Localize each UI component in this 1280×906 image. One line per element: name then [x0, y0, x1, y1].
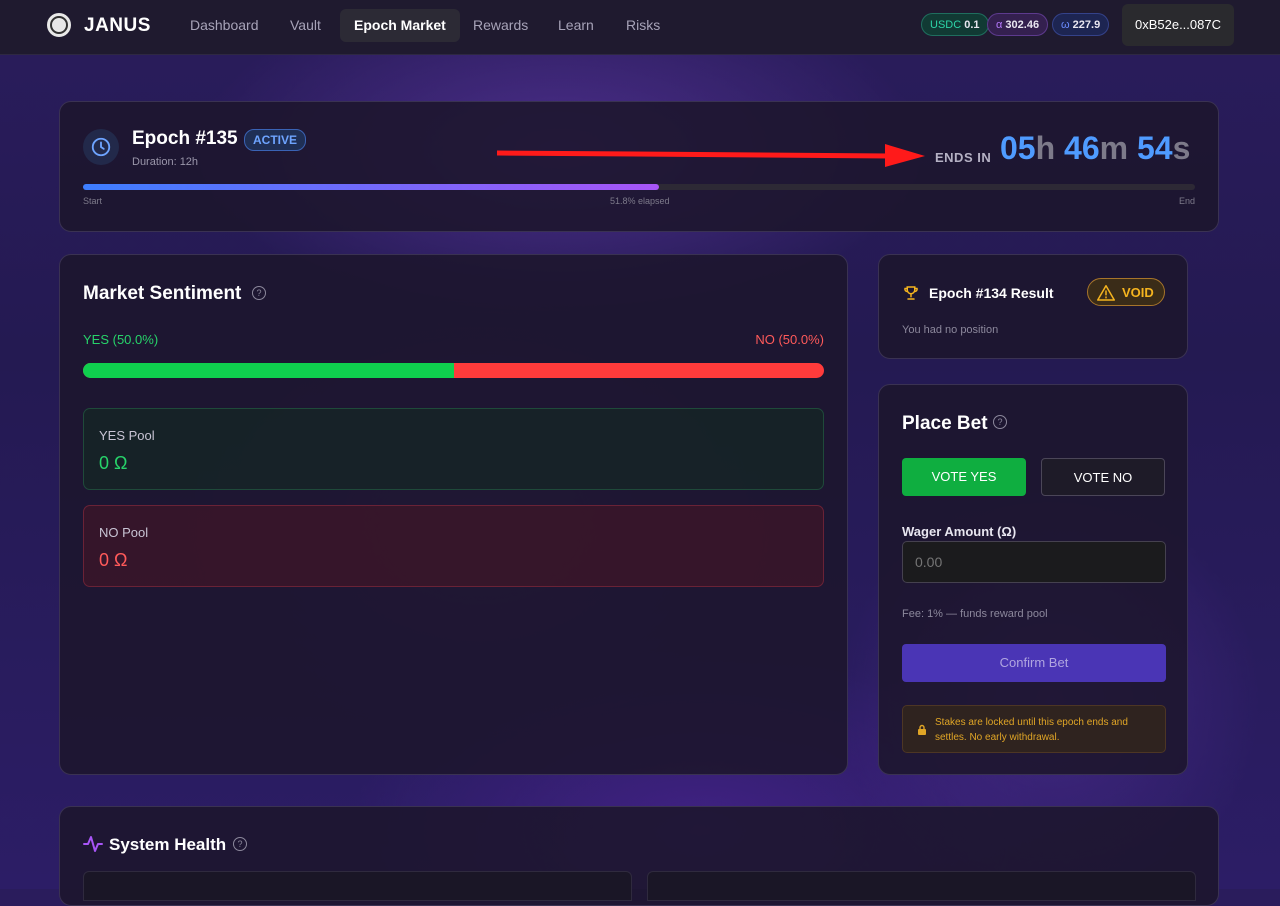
no-pool-value: 0 Ω: [99, 550, 128, 570]
yes-pool-panel: YES Pool 0 Ω: [83, 408, 824, 490]
omega-balance-badge[interactable]: ω 227.9: [1052, 13, 1110, 36]
tab-risks[interactable]: Risks: [612, 9, 674, 42]
alpha-value: 302.46: [1005, 19, 1040, 31]
annotation-arrow-icon: [497, 144, 925, 167]
timer-seconds-unit: s: [1172, 130, 1191, 166]
timer-seconds: 54: [1136, 130, 1173, 166]
system-health-title: System Health: [109, 835, 227, 854]
help-icon[interactable]: ?: [233, 837, 247, 851]
health-panel-left: [83, 871, 632, 901]
help-icon[interactable]: ?: [252, 286, 266, 300]
lock-warning-text: Stakes are locked until this epoch ends …: [935, 717, 1128, 743]
no-pool-panel: NO Pool 0 Ω: [83, 505, 824, 587]
epoch-duration: Duration: 12h: [132, 156, 199, 168]
market-sentiment-title: Market Sentiment: [83, 283, 242, 304]
epoch-progress-fill: [83, 184, 660, 190]
progress-start-label: Start: [83, 196, 103, 206]
janus-logo-icon[interactable]: [45, 11, 73, 39]
tab-epoch-market[interactable]: Epoch Market: [340, 9, 460, 42]
top-nav: JANUS Dashboard Vault Epoch Market Rewar…: [0, 0, 1280, 55]
usdc-balance-badge[interactable]: USDC 0.1: [921, 13, 989, 36]
tab-rewards[interactable]: Rewards: [459, 9, 542, 42]
omega-symbol: ω: [1061, 19, 1070, 31]
timer-hours-unit: h: [1035, 130, 1056, 166]
place-bet-card: Place Bet ? VOTE YES VOTE NO Wager Amoun…: [878, 384, 1188, 775]
activity-pulse-icon: [83, 836, 103, 852]
usdc-value: 0.1: [964, 19, 980, 31]
alpha-symbol: α: [996, 19, 1003, 31]
timer-minutes-unit: m: [1099, 130, 1129, 166]
timer-minutes: 46: [1064, 130, 1100, 166]
system-health-card: System Health ?: [59, 806, 1219, 906]
place-bet-title: Place Bet: [902, 413, 988, 434]
void-label: VOID: [1122, 285, 1154, 300]
epoch-result-card: Epoch #134 Result VOID You had no positi…: [878, 254, 1188, 359]
yes-pool-label: YES Pool: [99, 428, 155, 443]
epoch-progress-bar: [83, 184, 1195, 190]
epoch-result-title: Epoch #134 Result: [929, 285, 1054, 301]
warning-icon: [1097, 285, 1115, 301]
clock-icon: [83, 129, 119, 165]
wallet-address-button[interactable]: 0xB52e...087C: [1122, 4, 1234, 46]
status-badge: ACTIVE: [244, 129, 307, 151]
sentiment-yes-fill: [83, 363, 454, 378]
tab-learn[interactable]: Learn: [544, 9, 608, 42]
fee-note: Fee: 1% — funds reward pool: [902, 608, 1048, 620]
market-sentiment-card: Market Sentiment ? YES (50.0%) NO (50.0%…: [59, 254, 848, 775]
usdc-symbol: USDC: [930, 19, 962, 31]
vote-yes-button[interactable]: VOTE YES: [902, 458, 1026, 496]
epoch-card: Epoch #135 ACTIVE Duration: 12h ENDS IN …: [59, 101, 1219, 232]
yes-percentage-label: YES (50.0%): [83, 332, 159, 347]
help-icon[interactable]: ?: [993, 415, 1007, 429]
health-panel-right: [647, 871, 1196, 901]
yes-pool-value: 0 Ω: [99, 453, 128, 473]
no-pool-label: NO Pool: [99, 525, 149, 540]
wager-amount-input[interactable]: [902, 541, 1166, 583]
alpha-balance-badge[interactable]: α 302.46: [987, 13, 1049, 36]
void-status-badge: VOID: [1087, 278, 1165, 306]
tab-dashboard[interactable]: Dashboard: [176, 9, 273, 42]
no-percentage-label: NO (50.0%): [755, 332, 824, 347]
omega-value: 227.9: [1072, 19, 1101, 31]
confirm-bet-button[interactable]: Confirm Bet: [902, 644, 1166, 682]
epoch-result-subtitle: You had no position: [902, 324, 999, 336]
epoch-title: Epoch #135: [132, 128, 238, 149]
wager-amount-label: Wager Amount (Ω): [902, 524, 1017, 539]
progress-elapsed-label: 51.8% elapsed: [610, 196, 670, 206]
lock-icon: [918, 724, 926, 735]
countdown-timer: 05h 46m 54s: [1000, 130, 1190, 167]
vote-no-button[interactable]: VOTE NO: [1041, 458, 1165, 496]
tab-vault[interactable]: Vault: [276, 9, 335, 42]
sentiment-bar: [83, 363, 824, 378]
progress-end-label: End: [1179, 196, 1196, 206]
brand-name[interactable]: JANUS: [84, 15, 151, 37]
trophy-icon: [904, 286, 918, 300]
timer-hours: 05: [1000, 130, 1036, 166]
ends-in-label: ENDS IN: [935, 150, 992, 165]
lock-warning-note: Stakes are locked until this epoch ends …: [902, 705, 1166, 753]
